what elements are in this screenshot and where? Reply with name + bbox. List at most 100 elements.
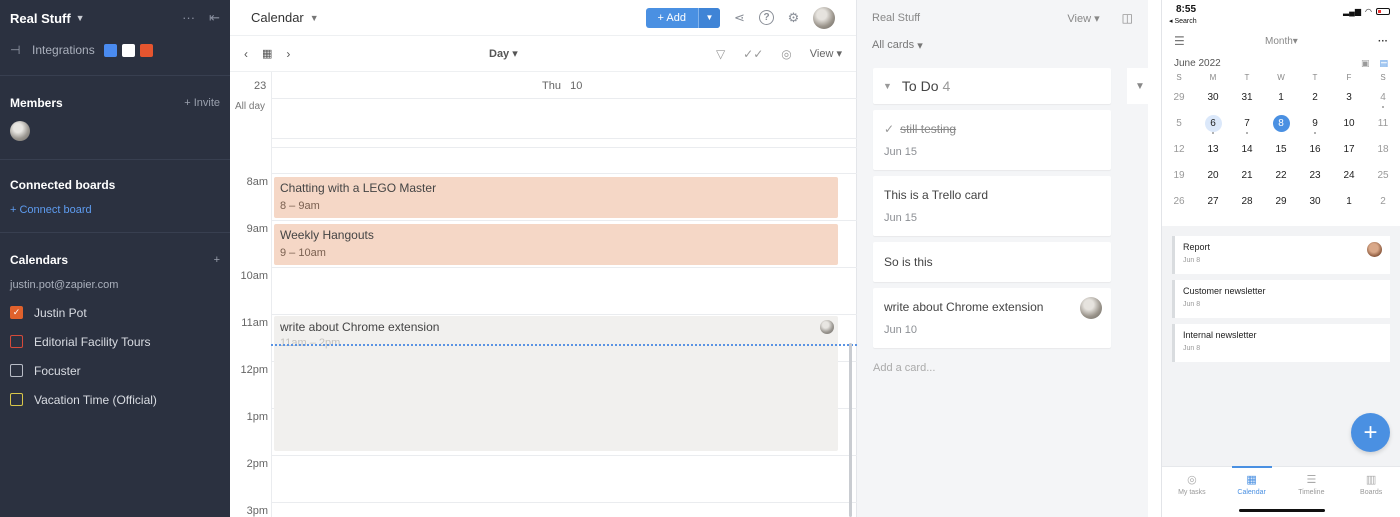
task-name[interactable]: Internal newsletter	[1183, 330, 1382, 340]
add-calendar-button[interactable]: +	[214, 254, 220, 266]
invite-button[interactable]: + Invite	[184, 97, 220, 109]
calendar-event[interactable]: Chatting with a LEGO Master 8 – 9am	[274, 177, 838, 218]
tab-label[interactable]: My tasks	[1178, 489, 1206, 496]
calendar-item-label[interactable]: Justin Pot	[34, 306, 87, 320]
column-header[interactable]: ▼ To Do 4	[873, 68, 1111, 104]
day-cell[interactable]: 12	[1162, 136, 1196, 162]
share-icon[interactable]: ⋖	[730, 8, 749, 27]
chevron-right-icon[interactable]: ›	[286, 47, 290, 61]
chevron-down-icon[interactable]: ▼	[310, 13, 319, 23]
day-cell[interactable]: 4	[1366, 84, 1400, 110]
calendar-item-label[interactable]: Focuster	[34, 364, 81, 378]
task-name[interactable]: Customer newsletter	[1183, 286, 1382, 296]
day-cell[interactable]: 21	[1230, 162, 1264, 188]
task-item[interactable]: Customer newsletter Jun 8	[1172, 280, 1390, 318]
board-card[interactable]: So is this	[873, 242, 1111, 282]
day-cell[interactable]: 26	[1162, 188, 1196, 214]
add-button[interactable]: + Add ▼	[645, 7, 720, 28]
day-cell[interactable]: 1	[1264, 84, 1298, 110]
view-label[interactable]: View	[810, 48, 834, 60]
add-card-link[interactable]: Add a card...	[873, 362, 1111, 374]
card-title[interactable]: So is this	[884, 255, 933, 269]
tab-my-tasks[interactable]: ◎ My tasks	[1162, 467, 1222, 517]
column-title[interactable]: To Do	[902, 78, 939, 94]
chevron-down-icon[interactable]: ▼	[698, 7, 720, 28]
chevron-left-icon[interactable]: ‹	[244, 47, 248, 61]
board-card[interactable]: ✓ still testing Jun 15	[873, 110, 1111, 170]
event-title[interactable]: Weekly Hangouts	[280, 228, 832, 242]
calendar-item-justin-pot[interactable]: ✓ Justin Pot	[10, 298, 220, 327]
card-title[interactable]: write about Chrome extension	[884, 300, 1043, 314]
office-icon[interactable]	[139, 43, 153, 57]
board-card[interactable]: write about Chrome extension Jun 10	[873, 288, 1111, 348]
calendar-icon[interactable]: ▦	[1246, 473, 1256, 486]
member-avatar[interactable]	[10, 121, 30, 141]
calendar-item-label[interactable]: Editorial Facility Tours	[34, 335, 150, 349]
event-title[interactable]: write about Chrome extension	[280, 320, 832, 334]
day-cell[interactable]: 15	[1264, 136, 1298, 162]
day-cell[interactable]: 16	[1298, 136, 1332, 162]
view-label[interactable]: View	[1067, 13, 1091, 25]
calendar-item-vacation-time[interactable]: Vacation Time (Official)	[10, 385, 220, 414]
timeline-icon[interactable]: ☰	[1306, 473, 1316, 486]
calendar-item-focuster[interactable]: Focuster	[10, 356, 220, 385]
tab-label[interactable]: Timeline	[1298, 489, 1324, 496]
done-checks-icon[interactable]: ✓✓	[743, 47, 763, 61]
selected-day-marker[interactable]: 8	[1272, 114, 1290, 132]
calendar-icon[interactable]: ▦	[262, 47, 272, 60]
gear-icon[interactable]: ⚙	[784, 8, 803, 27]
day-cell[interactable]: 29	[1162, 84, 1196, 110]
day-cell-selected[interactable]: 8	[1264, 110, 1298, 136]
calendar-event[interactable]: Weekly Hangouts 9 – 10am	[274, 224, 838, 265]
chevron-down-icon[interactable]: ▼	[1135, 81, 1145, 92]
day-cell[interactable]: 23	[1298, 162, 1332, 188]
day-cell[interactable]: 31	[1230, 84, 1264, 110]
month-view-dropdown[interactable]: Month▾	[1265, 36, 1298, 47]
collapse-sidebar-icon[interactable]: ⇤	[209, 10, 220, 26]
card-title[interactable]: This is a Trello card	[884, 188, 988, 202]
day-cell[interactable]: 7	[1230, 110, 1264, 136]
help-icon[interactable]: ?	[759, 10, 774, 25]
checkbox[interactable]	[10, 335, 23, 348]
day-cell[interactable]: 3	[1332, 84, 1366, 110]
list-view-icon[interactable]: ▤	[1379, 58, 1388, 69]
toggle-icon[interactable]: ◎	[781, 47, 791, 61]
user-avatar[interactable]	[813, 6, 835, 29]
panel-toggle-icon[interactable]: ◫	[1122, 11, 1133, 25]
view-mode-dropdown[interactable]: Day ▾	[489, 47, 518, 60]
day-cell[interactable]: 29	[1264, 188, 1298, 214]
day-cell[interactable]: 18	[1366, 136, 1400, 162]
card-filter-dropdown[interactable]: All cards ▾	[857, 36, 1148, 54]
day-cell[interactable]: 13	[1196, 136, 1230, 162]
event-title[interactable]: Chatting with a LEGO Master	[280, 181, 832, 195]
collapsed-column[interactable]: ▼	[1127, 68, 1157, 104]
day-cell[interactable]: 17	[1332, 136, 1366, 162]
calendar-item-label[interactable]: Vacation Time (Official)	[34, 393, 157, 407]
tab-boards[interactable]: ▥ Boards	[1341, 467, 1400, 517]
chevron-down-icon[interactable]: ▼	[76, 13, 85, 23]
day-cell[interactable]: 19	[1162, 162, 1196, 188]
day-cell[interactable]: 2	[1298, 84, 1332, 110]
calendar-title[interactable]: Calendar	[251, 10, 304, 25]
day-cell[interactable]: 14	[1230, 136, 1264, 162]
calendar-event[interactable]: write about Chrome extension 11am – 2pm	[274, 316, 838, 451]
apple-calendar-icon[interactable]	[121, 43, 135, 57]
chevron-down-icon[interactable]: ▼	[883, 81, 892, 91]
checkbox[interactable]	[10, 364, 23, 377]
day-cell-today[interactable]: 6	[1196, 110, 1230, 136]
boards-icon[interactable]: ▥	[1366, 473, 1376, 486]
integrations-label[interactable]: Integrations	[32, 43, 95, 57]
check-circle-icon[interactable]: ◎	[1187, 473, 1197, 486]
checkbox-checked[interactable]: ✓	[10, 306, 23, 319]
day-cell[interactable]: 5	[1162, 110, 1196, 136]
scrollbar[interactable]	[849, 343, 852, 517]
day-cell[interactable]: 24	[1332, 162, 1366, 188]
today-icon[interactable]: ▣	[1361, 58, 1370, 69]
back-to-search[interactable]: ◂ Search	[1169, 17, 1197, 25]
google-calendar-icon[interactable]	[103, 43, 117, 57]
view-dropdown[interactable]: View ▾	[1067, 12, 1099, 25]
board-card[interactable]: This is a Trello card Jun 15	[873, 176, 1111, 236]
filter-icon[interactable]: ▽	[716, 47, 725, 61]
more-icon[interactable]: ···	[182, 10, 195, 26]
day-cell[interactable]: 10	[1332, 110, 1366, 136]
